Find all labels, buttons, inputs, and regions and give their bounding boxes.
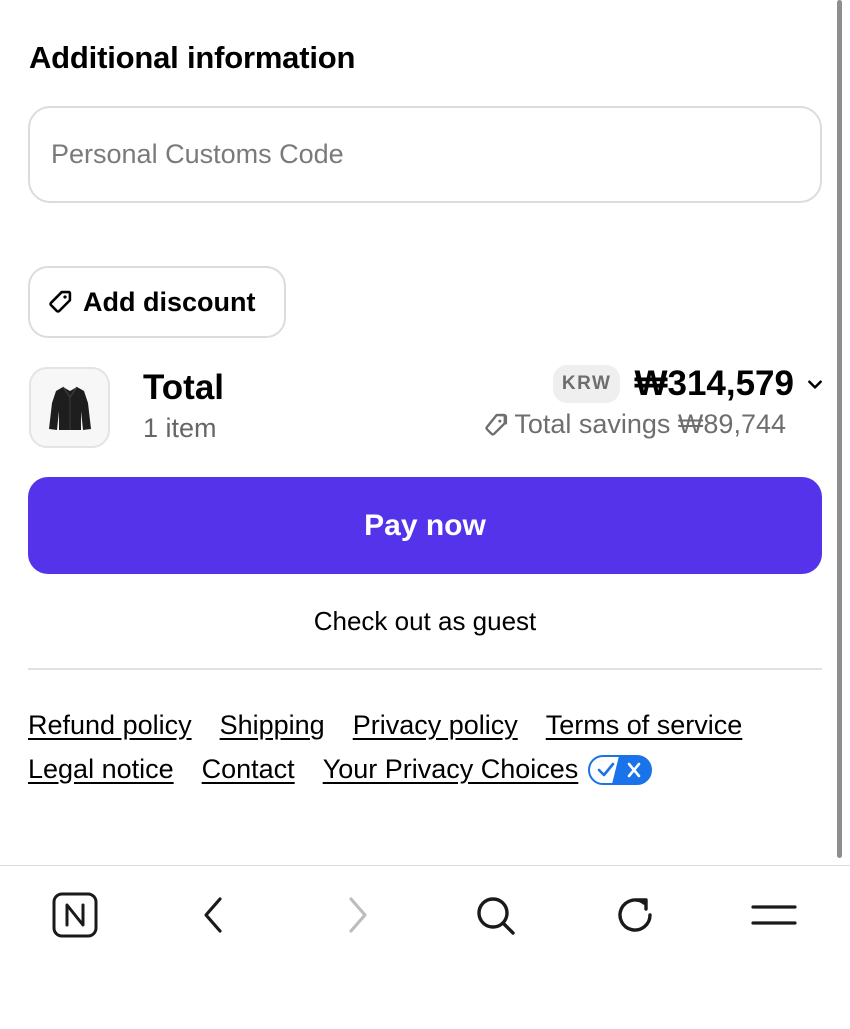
divider	[28, 668, 822, 670]
menu-icon	[751, 905, 797, 925]
item-count: 1 item	[143, 413, 217, 443]
policy-links-row1: Refund policy Shipping Privacy policy Te…	[28, 710, 742, 741]
savings-row: Total savings ₩89,744	[482, 409, 786, 440]
legal-notice-link[interactable]: Legal notice	[28, 754, 174, 785]
terms-of-service-link[interactable]: Terms of service	[546, 710, 743, 741]
total-price: ₩314,579	[634, 364, 794, 403]
tag-icon	[49, 290, 72, 313]
savings-text: Total savings ₩89,744	[514, 409, 786, 439]
total-label: Total	[143, 368, 225, 407]
back-icon	[204, 897, 222, 933]
chevron-down-icon[interactable]	[806, 375, 824, 393]
tab-n-button[interactable]	[50, 890, 100, 940]
forward-icon	[349, 897, 367, 933]
menu-button[interactable]	[749, 890, 799, 940]
product-thumbnail	[29, 367, 110, 448]
tab-n-icon	[52, 892, 98, 938]
savings-tag-icon	[485, 413, 508, 436]
currency-badge: KRW	[552, 365, 621, 403]
search-icon	[477, 897, 515, 935]
shipping-link[interactable]: Shipping	[220, 710, 325, 741]
checkout-page: Additional information Add discount Tota…	[0, 0, 850, 1029]
section-title: Additional information	[29, 40, 356, 75]
price-row: KRW ₩314,579	[552, 364, 824, 404]
forward-button[interactable]	[331, 890, 381, 940]
customs-code-input[interactable]	[30, 108, 820, 201]
scrollbar[interactable]	[837, 0, 842, 858]
refund-policy-link[interactable]: Refund policy	[28, 710, 192, 741]
privacy-policy-link[interactable]: Privacy policy	[353, 710, 518, 741]
policy-links-row2: Legal notice Contact Your Privacy Choice…	[28, 754, 653, 785]
privacy-choices-link[interactable]: Your Privacy Choices	[323, 754, 579, 785]
privacy-choices-icon[interactable]	[588, 754, 653, 785]
search-button[interactable]	[470, 890, 520, 940]
contact-link[interactable]: Contact	[202, 754, 295, 785]
customs-code-field	[28, 106, 822, 203]
browser-toolbar	[0, 865, 850, 1029]
guest-checkout-link[interactable]: Check out as guest	[0, 606, 850, 637]
reload-icon	[618, 898, 652, 932]
jacket-image	[48, 386, 91, 430]
reload-button[interactable]	[610, 890, 660, 940]
add-discount-label: Add discount	[83, 286, 256, 317]
pay-now-button[interactable]: Pay now	[28, 477, 822, 574]
add-discount-button[interactable]: Add discount	[28, 266, 286, 338]
back-button[interactable]	[190, 890, 240, 940]
